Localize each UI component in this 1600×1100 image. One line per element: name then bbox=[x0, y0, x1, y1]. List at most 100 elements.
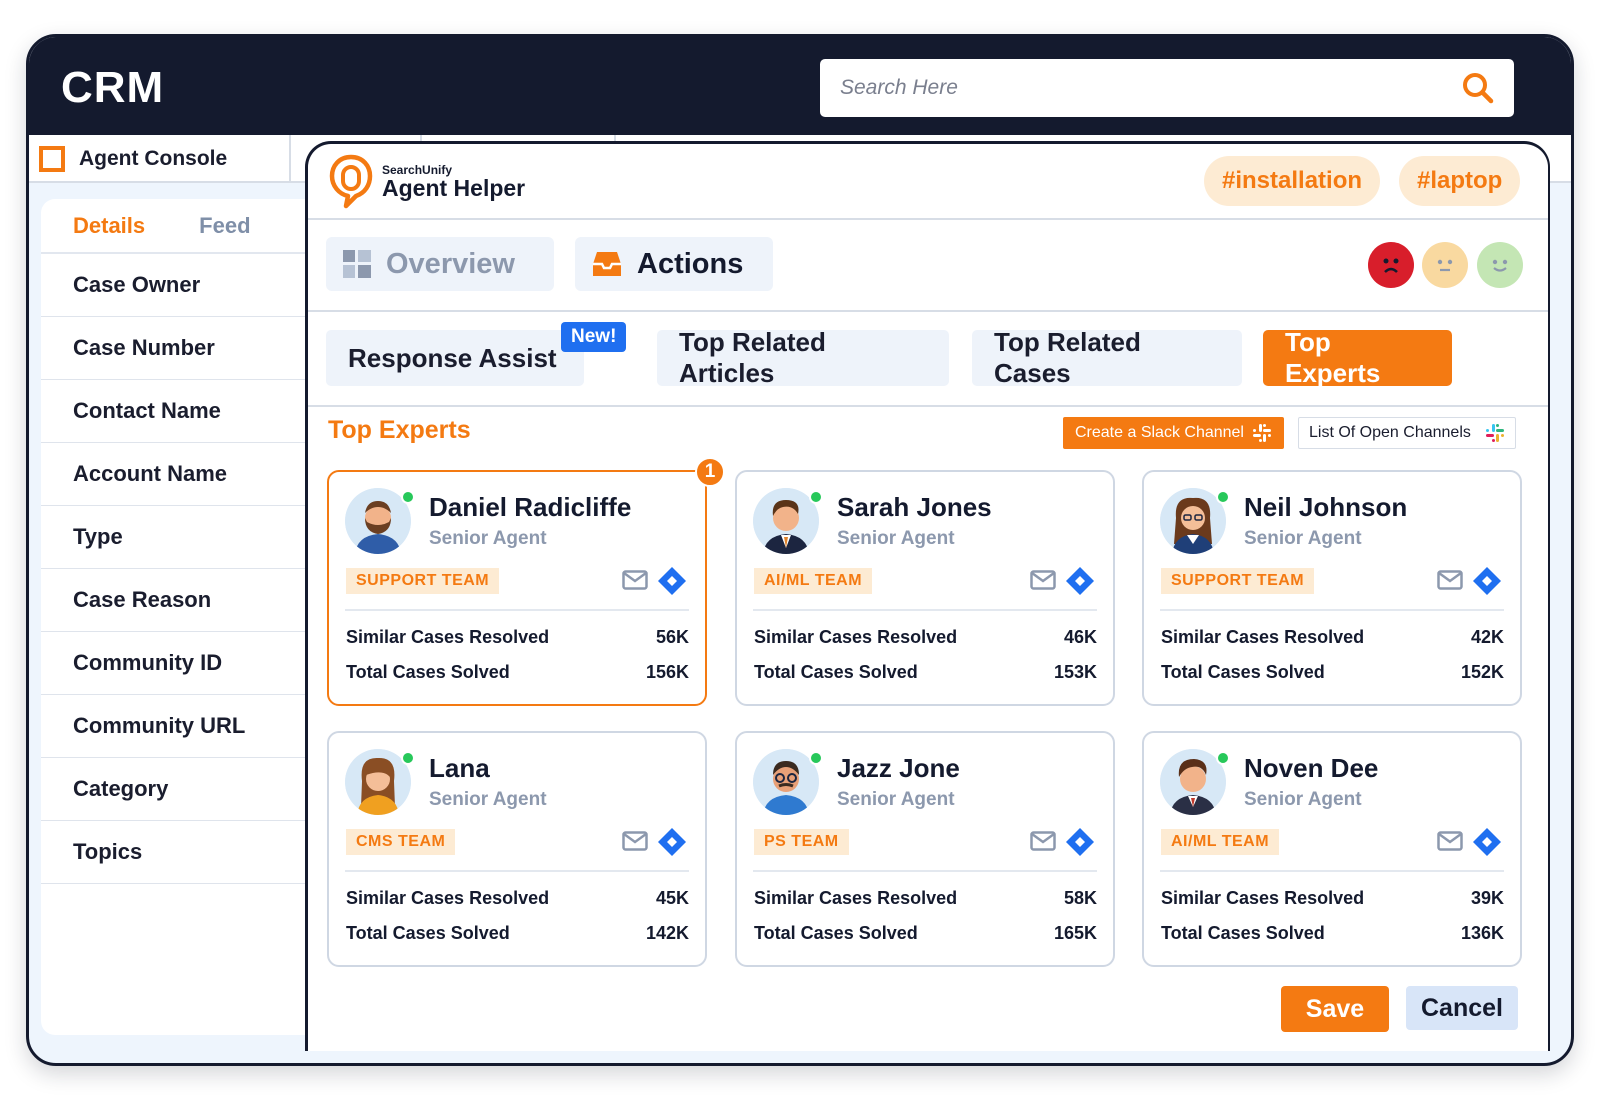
expert-card[interactable]: Noven Dee Senior Agent AI/ML TEAM Simila… bbox=[1142, 731, 1522, 967]
expert-name: Jazz Jone bbox=[837, 753, 960, 783]
expert-role: Senior Agent bbox=[429, 789, 547, 810]
online-status-icon bbox=[809, 751, 823, 765]
agent-console-tab[interactable]: Agent Console bbox=[29, 135, 291, 183]
stat-value: 39K bbox=[1470, 888, 1504, 908]
stat-label: Total Cases Solved bbox=[346, 662, 510, 682]
open-channels-label: List Of Open Channels bbox=[1309, 424, 1471, 441]
jira-icon[interactable] bbox=[657, 827, 687, 857]
mail-icon[interactable] bbox=[1030, 831, 1056, 851]
expert-name: Noven Dee bbox=[1244, 753, 1379, 783]
expert-role: Senior Agent bbox=[837, 528, 955, 549]
team-badge: AI/ML TEAM bbox=[1161, 829, 1280, 855]
expert-name: Sarah Jones bbox=[837, 492, 992, 522]
team-badge: SUPPORT TEAM bbox=[346, 568, 500, 594]
jira-icon[interactable] bbox=[1065, 827, 1095, 857]
team-badge: CMS TEAM bbox=[346, 829, 456, 855]
stat-row-similar: Similar Cases Resolved 39K bbox=[1161, 888, 1504, 909]
expert-card[interactable]: Lana Senior Agent CMS TEAM Similar Cases… bbox=[327, 731, 707, 967]
expert-card[interactable]: Neil Johnson Senior Agent SUPPORT TEAM S… bbox=[1142, 470, 1522, 706]
agent-console-label: Agent Console bbox=[79, 147, 228, 170]
console-square-icon bbox=[39, 146, 65, 172]
field-category: Category bbox=[41, 758, 341, 821]
card-divider bbox=[345, 609, 689, 611]
search-input[interactable]: Search Here bbox=[820, 59, 1514, 117]
neutral-face-icon[interactable] bbox=[1422, 242, 1468, 288]
team-badge: SUPPORT TEAM bbox=[1161, 568, 1315, 594]
stat-row-total: Total Cases Solved 165K bbox=[754, 923, 1097, 944]
stat-row-total: Total Cases Solved 142K bbox=[346, 923, 689, 944]
online-status-icon bbox=[1216, 490, 1230, 504]
card-divider bbox=[753, 870, 1097, 872]
team-badge: AI/ML TEAM bbox=[754, 568, 873, 594]
tab-details[interactable]: Details bbox=[73, 213, 145, 239]
grid-icon bbox=[343, 250, 371, 278]
field-community-id: Community ID bbox=[41, 632, 341, 695]
stat-row-similar: Similar Cases Resolved 45K bbox=[346, 888, 689, 909]
stat-value: 58K bbox=[1063, 888, 1097, 908]
card-divider bbox=[345, 870, 689, 872]
field-contact-name: Contact Name bbox=[41, 380, 341, 443]
cancel-button[interactable]: Cancel bbox=[1406, 986, 1518, 1030]
tab-top-related-articles[interactable]: Top Related Articles bbox=[657, 327, 949, 388]
details-tabs: Details Feed bbox=[41, 199, 341, 254]
searchunify-logo-icon bbox=[329, 154, 373, 209]
stat-row-total: Total Cases Solved 153K bbox=[754, 662, 1097, 683]
actions-label: Actions bbox=[637, 247, 744, 280]
expert-role: Senior Agent bbox=[429, 528, 547, 549]
expert-role: Senior Agent bbox=[1244, 789, 1362, 810]
expert-card[interactable]: Sarah Jones Senior Agent AI/ML TEAM Simi… bbox=[735, 470, 1115, 706]
stat-value: 42K bbox=[1470, 627, 1504, 647]
overview-label: Overview bbox=[386, 247, 515, 280]
expert-name: Lana bbox=[429, 753, 490, 783]
brand: SearchUnify Agent Helper bbox=[328, 154, 525, 210]
mail-icon[interactable] bbox=[1030, 570, 1056, 590]
mail-icon[interactable] bbox=[1437, 570, 1463, 590]
tag-installation[interactable]: #installation bbox=[1204, 156, 1381, 206]
search-icon[interactable] bbox=[1462, 72, 1494, 104]
tab-top-experts[interactable]: Top Experts bbox=[1263, 327, 1452, 388]
online-status-icon bbox=[401, 490, 415, 504]
jira-icon[interactable] bbox=[1472, 566, 1502, 596]
stat-label: Similar Cases Resolved bbox=[1161, 627, 1365, 647]
tab-response-assist[interactable]: Response Assist bbox=[326, 330, 584, 386]
stat-value: 46K bbox=[1063, 627, 1097, 647]
happy-face-icon[interactable] bbox=[1477, 242, 1523, 288]
helper-nav: Overview Actions bbox=[308, 220, 1548, 312]
stat-label: Total Cases Solved bbox=[1161, 923, 1325, 943]
field-topics: Topics bbox=[41, 821, 341, 884]
mail-icon[interactable] bbox=[1437, 831, 1463, 851]
save-button[interactable]: Save bbox=[1281, 986, 1389, 1032]
expert-name: Daniel Radicliffe bbox=[429, 492, 632, 522]
stat-label: Total Cases Solved bbox=[346, 923, 510, 943]
stat-value: 45K bbox=[655, 888, 689, 908]
tab-feed[interactable]: Feed bbox=[199, 213, 250, 239]
tag-laptop[interactable]: #laptop bbox=[1399, 156, 1521, 206]
create-slack-channel-button[interactable]: Create a Slack Channel bbox=[1063, 417, 1284, 449]
rank-badge: 1 bbox=[695, 457, 725, 487]
sad-face-icon[interactable] bbox=[1368, 242, 1414, 288]
expert-role: Senior Agent bbox=[837, 789, 955, 810]
slack-color-icon bbox=[1485, 424, 1504, 442]
expert-card[interactable]: 1 Daniel Radicliffe Senior Agent SUPPORT… bbox=[327, 457, 725, 706]
stat-value: 165K bbox=[1053, 923, 1097, 943]
stat-value: 56K bbox=[655, 627, 689, 647]
field-case-number: Case Number bbox=[41, 317, 341, 380]
stat-value: 136K bbox=[1460, 923, 1504, 943]
mail-icon[interactable] bbox=[622, 570, 648, 590]
stat-label: Similar Cases Resolved bbox=[754, 627, 958, 647]
jira-icon[interactable] bbox=[1065, 566, 1095, 596]
list-open-channels-button[interactable]: List Of Open Channels bbox=[1298, 417, 1516, 449]
mail-icon[interactable] bbox=[622, 831, 648, 851]
stat-row-similar: Similar Cases Resolved 46K bbox=[754, 627, 1097, 648]
jira-icon[interactable] bbox=[1472, 827, 1502, 857]
field-account-name: Account Name bbox=[41, 443, 341, 506]
tab-top-related-cases[interactable]: Top Related Cases bbox=[972, 327, 1242, 388]
agent-helper-panel: SearchUnify Agent Helper #installation #… bbox=[305, 141, 1550, 1051]
stat-row-similar: Similar Cases Resolved 58K bbox=[754, 888, 1097, 909]
tab-actions[interactable]: Actions bbox=[575, 237, 773, 291]
create-slack-label: Create a Slack Channel bbox=[1075, 424, 1244, 441]
expert-card[interactable]: Jazz Jone Senior Agent PS TEAM Similar C… bbox=[735, 731, 1115, 967]
tab-overview[interactable]: Overview bbox=[326, 237, 554, 291]
jira-icon[interactable] bbox=[657, 566, 687, 596]
stat-value: 153K bbox=[1053, 662, 1097, 682]
